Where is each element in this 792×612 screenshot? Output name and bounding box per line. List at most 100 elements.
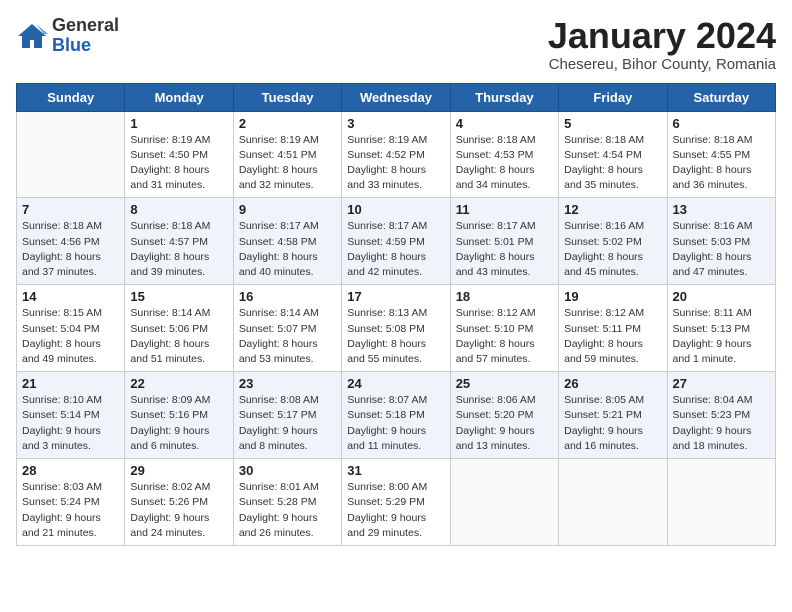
day-info: Sunrise: 8:19 AM Sunset: 4:50 PM Dayligh… (130, 133, 227, 194)
calendar-day-cell: 20Sunrise: 8:11 AM Sunset: 5:13 PM Dayli… (667, 285, 775, 372)
day-number: 29 (130, 463, 227, 478)
day-info: Sunrise: 8:14 AM Sunset: 5:06 PM Dayligh… (130, 306, 227, 367)
day-info: Sunrise: 8:19 AM Sunset: 4:51 PM Dayligh… (239, 133, 336, 194)
day-number: 28 (22, 463, 119, 478)
weekday-header-saturday: Saturday (667, 83, 775, 111)
day-number: 8 (130, 202, 227, 217)
day-number: 12 (564, 202, 661, 217)
logo: General Blue (16, 16, 119, 56)
weekday-header-friday: Friday (559, 83, 667, 111)
day-number: 26 (564, 376, 661, 391)
day-info: Sunrise: 8:00 AM Sunset: 5:29 PM Dayligh… (347, 480, 444, 541)
day-info: Sunrise: 8:06 AM Sunset: 5:20 PM Dayligh… (456, 393, 553, 454)
day-info: Sunrise: 8:07 AM Sunset: 5:18 PM Dayligh… (347, 393, 444, 454)
day-number: 31 (347, 463, 444, 478)
calendar-day-cell (559, 459, 667, 546)
day-info: Sunrise: 8:15 AM Sunset: 5:04 PM Dayligh… (22, 306, 119, 367)
calendar-day-cell: 31 Sunrise: 8:00 AM Sunset: 5:29 PM Dayli… (342, 459, 450, 546)
day-info: Sunrise: 8:10 AM Sunset: 5:14 PM Dayligh… (22, 393, 119, 454)
day-info: Sunrise: 8:13 AM Sunset: 5:08 PM Dayligh… (347, 306, 444, 367)
calendar-day-cell: 3 Sunrise: 8:19 AM Sunset: 4:52 PM Daylig… (342, 111, 450, 198)
day-number: 4 (456, 116, 553, 131)
calendar-day-cell: 1 Sunrise: 8:19 AM Sunset: 4:50 PM Daylig… (125, 111, 233, 198)
day-number: 3 (347, 116, 444, 131)
day-info: Sunrise: 8:01 AM Sunset: 5:28 PM Dayligh… (239, 480, 336, 541)
day-number: 5 (564, 116, 661, 131)
day-number: 25 (456, 376, 553, 391)
day-info: Sunrise: 8:18 AM Sunset: 4:56 PM Dayligh… (22, 219, 119, 280)
day-number: 9 (239, 202, 336, 217)
logo-general-text: General (52, 16, 119, 36)
day-number: 16 (239, 289, 336, 304)
day-number: 27 (673, 376, 770, 391)
location-subtitle: Chesereu, Bihor County, Romania (548, 56, 776, 73)
calendar-week-row: 28 Sunrise: 8:03 AM Sunset: 5:24 PM Dayli… (17, 459, 776, 546)
calendar-day-cell: 14 Sunrise: 8:15 AM Sunset: 5:04 PM Dayli… (17, 285, 125, 372)
weekday-header-tuesday: Tuesday (233, 83, 341, 111)
day-info: Sunrise: 8:05 AM Sunset: 5:21 PM Dayligh… (564, 393, 661, 454)
calendar-day-cell: 10Sunrise: 8:17 AM Sunset: 4:59 PM Dayli… (342, 198, 450, 285)
logo-icon (16, 22, 48, 50)
day-number: 11 (456, 202, 553, 217)
day-info: Sunrise: 8:19 AM Sunset: 4:52 PM Dayligh… (347, 133, 444, 194)
calendar-day-cell: 27 Sunrise: 8:04 AM Sunset: 5:23 PM Dayli… (667, 372, 775, 459)
day-number: 30 (239, 463, 336, 478)
calendar-day-cell: 17Sunrise: 8:13 AM Sunset: 5:08 PM Dayli… (342, 285, 450, 372)
calendar-day-cell: 7 Sunrise: 8:18 AM Sunset: 4:56 PM Daylig… (17, 198, 125, 285)
day-info: Sunrise: 8:18 AM Sunset: 4:53 PM Dayligh… (456, 133, 553, 194)
calendar-day-cell: 22Sunrise: 8:09 AM Sunset: 5:16 PM Dayli… (125, 372, 233, 459)
calendar-day-cell: 26 Sunrise: 8:05 AM Sunset: 5:21 PM Dayli… (559, 372, 667, 459)
day-info: Sunrise: 8:16 AM Sunset: 5:03 PM Dayligh… (673, 219, 770, 280)
day-number: 14 (22, 289, 119, 304)
calendar-day-cell: 29 Sunrise: 8:02 AM Sunset: 5:26 PM Dayli… (125, 459, 233, 546)
weekday-header-monday: Monday (125, 83, 233, 111)
day-info: Sunrise: 8:09 AM Sunset: 5:16 PM Dayligh… (130, 393, 227, 454)
calendar-day-cell: 5 Sunrise: 8:18 AM Sunset: 4:54 PM Daylig… (559, 111, 667, 198)
calendar-day-cell: 30 Sunrise: 8:01 AM Sunset: 5:28 PM Dayli… (233, 459, 341, 546)
day-number: 19 (564, 289, 661, 304)
day-number: 18 (456, 289, 553, 304)
calendar-day-cell: 18 Sunrise: 8:12 AM Sunset: 5:10 PM Dayli… (450, 285, 558, 372)
calendar-day-cell: 2 Sunrise: 8:19 AM Sunset: 4:51 PM Daylig… (233, 111, 341, 198)
day-info: Sunrise: 8:08 AM Sunset: 5:17 PM Dayligh… (239, 393, 336, 454)
calendar-day-cell: 9Sunrise: 8:17 AM Sunset: 4:58 PM Daylig… (233, 198, 341, 285)
day-number: 21 (22, 376, 119, 391)
day-number: 15 (130, 289, 227, 304)
day-info: Sunrise: 8:17 AM Sunset: 5:01 PM Dayligh… (456, 219, 553, 280)
calendar-day-cell: 6 Sunrise: 8:18 AM Sunset: 4:55 PM Daylig… (667, 111, 775, 198)
day-info: Sunrise: 8:12 AM Sunset: 5:10 PM Dayligh… (456, 306, 553, 367)
day-info: Sunrise: 8:03 AM Sunset: 5:24 PM Dayligh… (22, 480, 119, 541)
day-info: Sunrise: 8:14 AM Sunset: 5:07 PM Dayligh… (239, 306, 336, 367)
calendar-day-cell: 23Sunrise: 8:08 AM Sunset: 5:17 PM Dayli… (233, 372, 341, 459)
calendar-week-row: 14 Sunrise: 8:15 AM Sunset: 5:04 PM Dayli… (17, 285, 776, 372)
calendar-day-cell: 19 Sunrise: 8:12 AM Sunset: 5:11 PM Dayli… (559, 285, 667, 372)
calendar-day-cell: 13Sunrise: 8:16 AM Sunset: 5:03 PM Dayli… (667, 198, 775, 285)
day-info: Sunrise: 8:02 AM Sunset: 5:26 PM Dayligh… (130, 480, 227, 541)
day-number: 6 (673, 116, 770, 131)
calendar-day-cell: 28 Sunrise: 8:03 AM Sunset: 5:24 PM Dayli… (17, 459, 125, 546)
day-number: 2 (239, 116, 336, 131)
calendar-day-cell: 16 Sunrise: 8:14 AM Sunset: 5:07 PM Dayli… (233, 285, 341, 372)
weekday-header-thursday: Thursday (450, 83, 558, 111)
day-number: 1 (130, 116, 227, 131)
calendar-day-cell (450, 459, 558, 546)
weekday-header-wednesday: Wednesday (342, 83, 450, 111)
day-info: Sunrise: 8:16 AM Sunset: 5:02 PM Dayligh… (564, 219, 661, 280)
day-info: Sunrise: 8:04 AM Sunset: 5:23 PM Dayligh… (673, 393, 770, 454)
calendar-day-cell: 11 Sunrise: 8:17 AM Sunset: 5:01 PM Dayli… (450, 198, 558, 285)
day-info: Sunrise: 8:18 AM Sunset: 4:54 PM Dayligh… (564, 133, 661, 194)
calendar-day-cell: 24Sunrise: 8:07 AM Sunset: 5:18 PM Dayli… (342, 372, 450, 459)
day-info: Sunrise: 8:17 AM Sunset: 4:59 PM Dayligh… (347, 219, 444, 280)
calendar-day-cell: 8Sunrise: 8:18 AM Sunset: 4:57 PM Daylig… (125, 198, 233, 285)
logo-blue-text: Blue (52, 36, 119, 56)
day-number: 7 (22, 202, 119, 217)
day-info: Sunrise: 8:18 AM Sunset: 4:55 PM Dayligh… (673, 133, 770, 194)
calendar-day-cell (667, 459, 775, 546)
calendar-day-cell: 15 Sunrise: 8:14 AM Sunset: 5:06 PM Dayli… (125, 285, 233, 372)
month-title: January 2024 (548, 16, 776, 56)
calendar-week-row: 21 Sunrise: 8:10 AM Sunset: 5:14 PM Dayli… (17, 372, 776, 459)
calendar-week-row: 1 Sunrise: 8:19 AM Sunset: 4:50 PM Daylig… (17, 111, 776, 198)
page-header: General Blue January 2024 Chesereu, Biho… (16, 16, 776, 73)
weekday-header-row: SundayMondayTuesdayWednesdayThursdayFrid… (17, 83, 776, 111)
day-info: Sunrise: 8:12 AM Sunset: 5:11 PM Dayligh… (564, 306, 661, 367)
